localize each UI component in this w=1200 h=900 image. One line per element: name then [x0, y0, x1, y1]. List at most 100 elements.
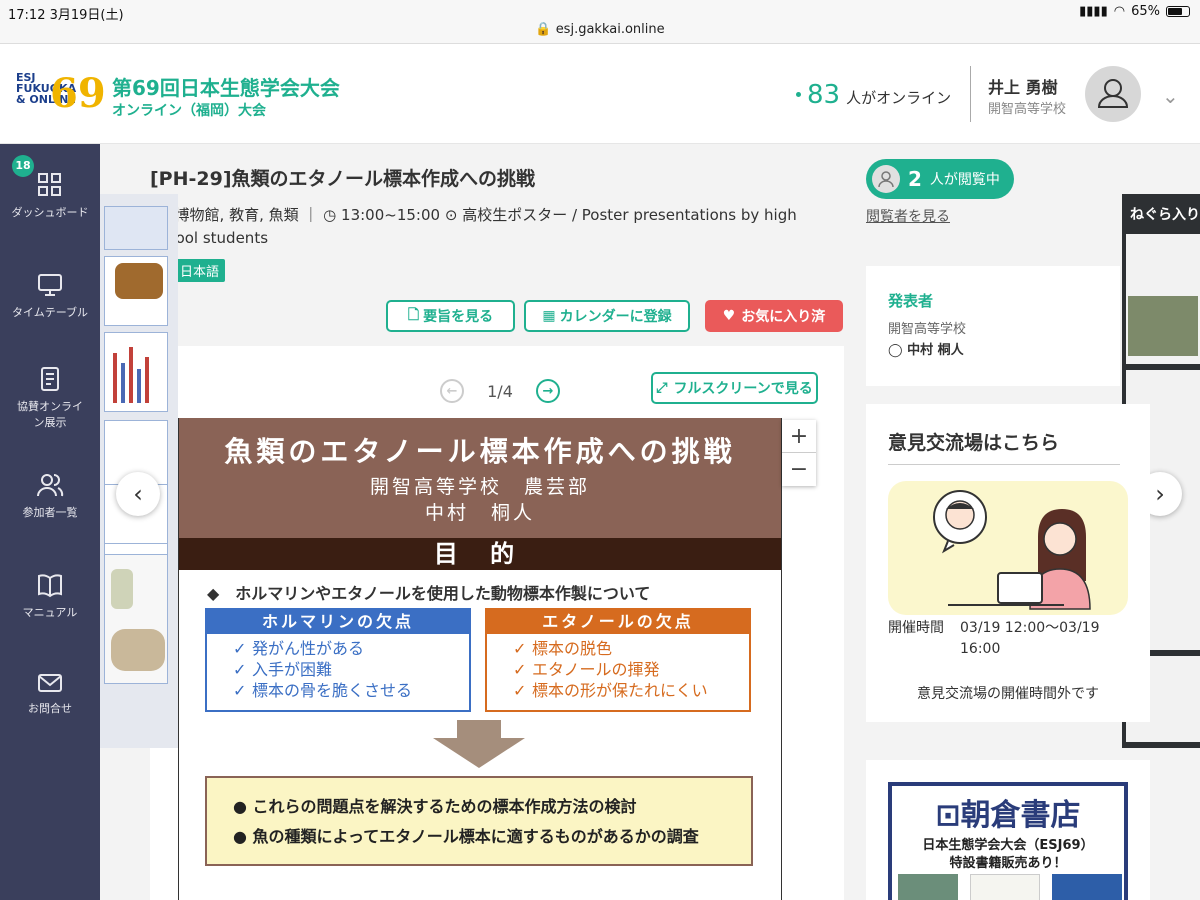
- chat-illustration-icon: [933, 490, 1091, 610]
- favorite-button[interactable]: ♥ お気に入り済: [705, 300, 843, 332]
- status-time: 17:12 3月19日(土): [8, 8, 124, 23]
- battery-icon: [1166, 6, 1190, 17]
- viewers-badge: 2 人が閲覧中: [866, 159, 1014, 199]
- zoom-controls: + −: [782, 420, 816, 486]
- sidebar-item-exhibition[interactable]: 協賛オンライン展示: [0, 366, 100, 430]
- user-name: 井上 勇樹: [988, 78, 1058, 97]
- monitor-icon: [38, 274, 62, 296]
- conference-logo[interactable]: ESJ FUKUOKA & ONLINE 69: [16, 70, 106, 118]
- sidebar-item-label: 参加者一覧: [22, 506, 78, 519]
- sponsor-line: 特設書籍販売あり！: [949, 856, 1067, 871]
- poster-lead: ◆ ホルマリンやエタノールを使用した動物標本作製について: [207, 584, 651, 603]
- exchange-note: 意見交流場の開催時間外です: [917, 686, 1099, 702]
- user-icon: [878, 171, 894, 188]
- presenter-school: 開智高等学校: [888, 322, 967, 337]
- preview-bar: [137, 369, 141, 403]
- sponsor-brand: ⊡朝倉書店: [892, 790, 1124, 834]
- preview-block: [1126, 234, 1200, 364]
- language-tag: 日本語: [174, 259, 226, 282]
- status-bar: 17:12 3月19日(土) 🔒 esj.gakkai.online ▮▮▮▮ …: [0, 0, 1200, 44]
- poster-section-heading: 目 的: [179, 538, 781, 570]
- zoom-in-button[interactable]: +: [782, 420, 816, 453]
- document-icon: [41, 367, 59, 391]
- box-title: エタノールの欠点: [487, 610, 749, 634]
- exchange-illustration[interactable]: [888, 481, 1128, 615]
- preview-photo: [111, 569, 133, 609]
- sidebar-item-timetable[interactable]: タイムテーブル: [0, 272, 100, 320]
- poster-header: 魚類のエタノール標本作成への挑戦 開智高等学校 農芸部 中村 桐人: [179, 418, 781, 538]
- signal-icon: ▮▮▮▮: [1079, 4, 1108, 19]
- exchange-heading: 意見交流場はこちら: [888, 432, 1060, 454]
- logo-number: 69: [50, 70, 106, 117]
- sidebar-item-label: マニュアル: [22, 606, 78, 619]
- next-page-button[interactable]: →: [536, 379, 560, 403]
- user-school: 開智高等学校: [988, 102, 1067, 117]
- preview-bar: [113, 353, 117, 403]
- sidebar-item-dashboard[interactable]: ダッシュボード: [0, 172, 100, 220]
- heart-icon: ♥: [722, 308, 736, 324]
- address-bar[interactable]: 🔒 esj.gakkai.online: [0, 22, 1200, 37]
- list-item: 標本の骨を脆くさせる: [233, 680, 469, 701]
- ethanol-box: エタノールの欠点 標本の脱色 エタノールの揮発 標本の形が保たれにくい: [485, 608, 751, 712]
- list-item: エタノールの揮発: [513, 659, 749, 680]
- presenter-name: ◯ 中村 桐人: [888, 343, 964, 358]
- poster-school: 開智高等学校 農芸部: [369, 476, 590, 498]
- poster-meta: ト, 博物館, 教育, 魚類 ｜ ◷ 13:00~15:00 ⊙ 高校生ポスター…: [150, 206, 797, 247]
- formalin-box: ホルマリンの欠点 発がん性がある 入手が困難 標本の骨を脆くさせる: [205, 608, 471, 712]
- goals-box: ● これらの問題点を解決するための標本作成方法の検討 ● 魚の種類によってエタノ…: [205, 776, 753, 866]
- button-label: カレンダーに登録: [559, 309, 672, 325]
- divider: [970, 66, 971, 122]
- avatar[interactable]: [1085, 66, 1141, 122]
- sidebar-item-participants[interactable]: 参加者一覧: [0, 472, 100, 520]
- publisher-logo-icon: ⊡: [935, 798, 961, 833]
- page-title: [PH-29]魚類のエタノール標本作成への挑戦: [150, 168, 535, 190]
- exchange-time-label: 開催時間: [888, 620, 944, 636]
- button-label: 要旨を見る: [423, 309, 494, 325]
- preview-block: [104, 206, 168, 250]
- list-item: 標本の形が保たれにくい: [513, 680, 749, 701]
- list-item: 入手が困難: [233, 659, 469, 680]
- viewer-count: 2: [908, 167, 922, 191]
- fullscreen-button[interactable]: ⤢ フルスクリーンで見る: [651, 372, 818, 404]
- preview-block: [104, 554, 168, 684]
- sidebar-item-manual[interactable]: マニュアル: [0, 572, 100, 620]
- book-icon: [38, 574, 62, 598]
- poster-image[interactable]: 魚類のエタノール標本作成への挑戦 開智高等学校 農芸部 中村 桐人 目 的 ◆ …: [178, 418, 782, 900]
- button-label: フルスクリーンで見る: [673, 381, 813, 397]
- preview-bar: [129, 347, 133, 403]
- viewer-label: 人が閲覧中: [929, 172, 1000, 188]
- goal-item: ● 魚の種類によってエタノール標本に適するものがあるかの調査: [233, 827, 699, 846]
- online-dot-icon: [796, 92, 801, 97]
- divider: [888, 464, 1120, 465]
- book-cover: [1052, 874, 1122, 900]
- chevron-down-icon[interactable]: ⌄: [1162, 84, 1179, 108]
- conference-title[interactable]: 第69回日本生態学会大会: [112, 72, 340, 101]
- user-icon: [1097, 79, 1129, 108]
- preview-block: [104, 256, 168, 326]
- preview-bar: [145, 357, 149, 403]
- prev-page-button[interactable]: ←: [440, 379, 464, 403]
- preview-photo: [111, 629, 165, 671]
- book-cover: [970, 874, 1040, 900]
- calendar-button[interactable]: ▦ カレンダーに登録: [524, 300, 690, 332]
- location-icon: ⊙: [444, 206, 458, 224]
- presenter-heading: 発表者: [888, 292, 934, 310]
- zoom-out-button[interactable]: −: [782, 453, 816, 486]
- status-indicators: ▮▮▮▮ ◠ 65%: [1079, 4, 1190, 19]
- session-time: 13:00~15:00: [341, 206, 441, 224]
- sidebar-item-label: タイムテーブル: [11, 306, 89, 319]
- previous-poster-button[interactable]: ‹: [116, 472, 160, 516]
- previous-poster-preview[interactable]: [100, 194, 178, 748]
- sidebar-item-label: ダッシュボード: [11, 206, 89, 219]
- page-indicator: 1/4: [487, 381, 513, 401]
- poster-author: 中村 桐人: [424, 502, 535, 524]
- viewers-link[interactable]: 閲覧者を見る: [866, 206, 950, 226]
- conference-subtitle: オンライン（福岡）大会: [112, 103, 266, 119]
- mail-icon: [38, 674, 62, 692]
- abstract-button[interactable]: 🗋 要旨を見る: [386, 300, 515, 332]
- book-cover: [898, 874, 958, 900]
- sponsor-banner[interactable]: ⊡朝倉書店 日本生態学会大会（ESJ69） 特設書籍販売あり！: [888, 782, 1128, 900]
- online-label: 人がオンライン: [846, 89, 952, 107]
- sidebar-item-contact[interactable]: お問合せ: [0, 672, 100, 716]
- site-header: ESJ FUKUOKA & ONLINE 69 第69回日本生態学会大会 オンラ…: [0, 44, 1200, 144]
